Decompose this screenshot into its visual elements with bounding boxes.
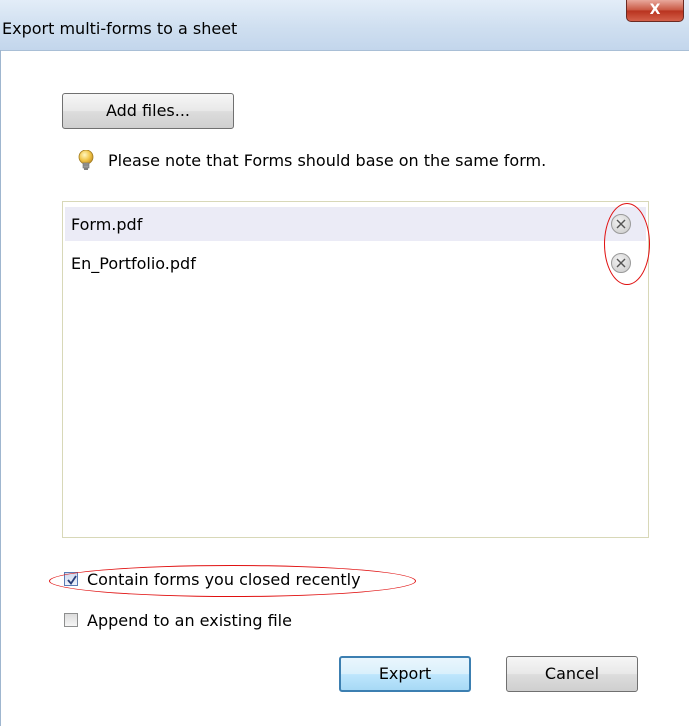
window-border [0,50,1,726]
file-list-item[interactable]: En_Portfolio.pdf [65,246,646,280]
file-name: En_Portfolio.pdf [71,254,196,273]
cancel-button[interactable]: Cancel [506,656,638,692]
append-existing-label: Append to an existing file [87,611,292,630]
append-existing-checkbox[interactable] [64,613,78,627]
file-list[interactable]: Form.pdf En_Portfolio.pdf [62,201,649,538]
remove-file-icon[interactable] [611,253,631,273]
export-dialog: Export multi-forms to a sheet X Add file… [0,0,689,726]
contain-closed-checkbox[interactable] [64,572,78,586]
file-name: Form.pdf [71,215,143,234]
lightbulb-icon [78,149,94,174]
close-button[interactable]: X [626,0,684,22]
window-title: Export multi-forms to a sheet [2,19,238,38]
file-list-item[interactable]: Form.pdf [65,207,646,241]
remove-file-icon[interactable] [611,214,631,234]
export-button[interactable]: Export [339,656,471,692]
add-files-button[interactable]: Add files... [62,93,234,129]
title-bar[interactable]: Export multi-forms to a sheet X [0,0,689,51]
contain-closed-label: Contain forms you closed recently [87,570,361,589]
note-text: Please note that Forms should base on th… [108,151,547,170]
